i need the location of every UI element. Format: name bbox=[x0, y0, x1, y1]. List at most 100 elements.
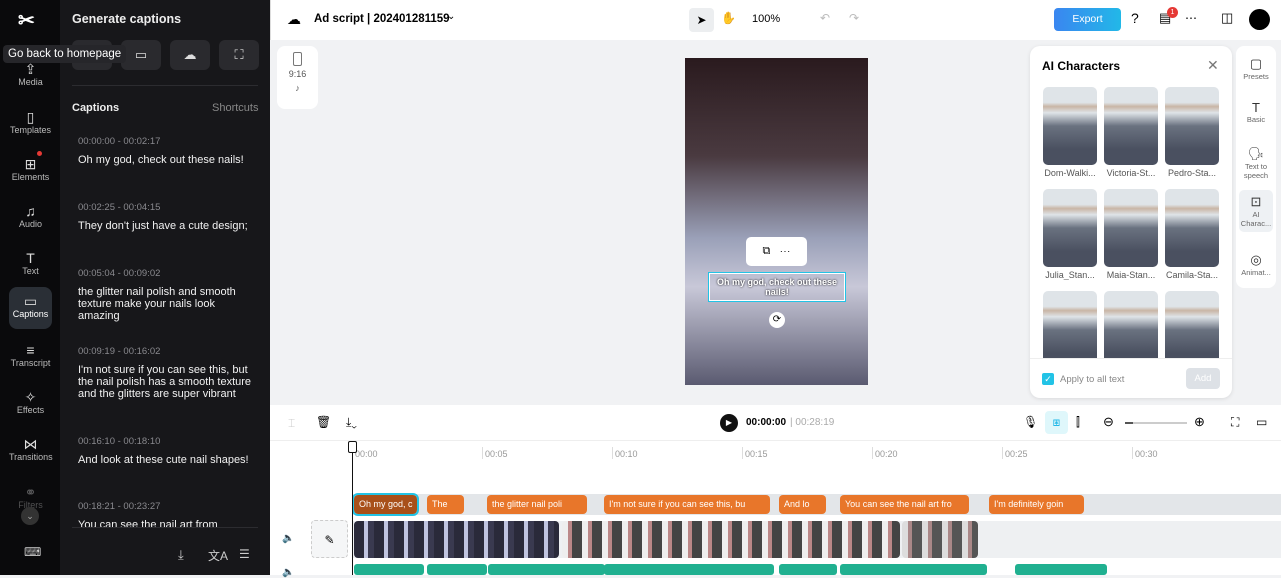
caption-item[interactable]: 00:02:25 - 00:04:15 They don't just have … bbox=[78, 202, 258, 232]
audio-clip[interactable] bbox=[427, 564, 487, 575]
layout-icon[interactable]: ◫ bbox=[1221, 10, 1233, 26]
zoom-slider[interactable] bbox=[1125, 422, 1187, 424]
caption-item[interactable]: 00:00:00 - 00:02:17 Oh my god, check out … bbox=[78, 136, 258, 166]
split-icon[interactable]: ⌶ bbox=[288, 416, 295, 431]
video-clip[interactable] bbox=[562, 521, 900, 558]
audio-clip[interactable] bbox=[354, 564, 424, 575]
play-button[interactable]: ▶ bbox=[720, 414, 738, 432]
more-icon[interactable]: ⋯ bbox=[780, 245, 791, 257]
caption-text[interactable]: I'm not sure if you can see this, but th… bbox=[78, 364, 258, 400]
duplicate-icon[interactable]: ⧉ bbox=[762, 245, 770, 257]
edit-cover-button[interactable]: ✎ bbox=[311, 520, 348, 558]
character-thumbnail[interactable] bbox=[1165, 87, 1219, 165]
volume-icon[interactable]: 🔈 bbox=[282, 567, 294, 578]
caption-item[interactable]: 00:05:04 - 00:09:02 the glitter nail poli… bbox=[78, 268, 258, 322]
caption-clip[interactable]: You can see the nail art fro bbox=[840, 495, 969, 514]
project-title[interactable]: Ad script | 202401281159 bbox=[314, 13, 450, 25]
character-name: Maia-Stan... bbox=[1106, 270, 1156, 280]
avatar[interactable] bbox=[1249, 9, 1270, 30]
caption-text[interactable]: You can see the nail art from bbox=[78, 519, 258, 527]
comment-icon[interactable]: ▭ bbox=[1256, 415, 1267, 429]
caption-clip[interactable]: the glitter nail poli bbox=[487, 495, 587, 514]
keyboard-icon[interactable]: ⌨ bbox=[24, 545, 41, 559]
rail-item-captions[interactable]: ▭ Captions bbox=[9, 287, 52, 329]
rail-item-effects[interactable]: ✧ Effects bbox=[9, 383, 52, 425]
more-chevron-button[interactable]: ⌄ bbox=[21, 507, 39, 525]
character-thumbnail[interactable] bbox=[1043, 291, 1097, 358]
caption-text[interactable]: They don't just have a cute design; bbox=[78, 220, 258, 232]
character-thumbnail[interactable] bbox=[1104, 87, 1158, 165]
zoom-out-icon[interactable]: ⊖ bbox=[1103, 414, 1114, 430]
character-thumbnail[interactable] bbox=[1165, 189, 1219, 267]
right-tab-4[interactable]: ◎ Animat... bbox=[1239, 252, 1273, 277]
caption-text-box[interactable]: Oh my god, check out these nails! bbox=[708, 272, 846, 302]
right-tab-2[interactable]: 🗣 Text to speech bbox=[1239, 146, 1273, 180]
undo-icon[interactable]: ↶ bbox=[820, 11, 830, 25]
caption-clip[interactable]: I'm definitely goin bbox=[989, 495, 1084, 514]
download-icon[interactable]: ⤓ bbox=[178, 547, 184, 563]
rail-item-elements[interactable]: ⊞ Elements bbox=[9, 150, 52, 192]
help-icon[interactable]: ? bbox=[1131, 10, 1139, 26]
translate-icon[interactable]: 文A bbox=[208, 547, 228, 564]
chevron-down-icon[interactable]: ⌄ bbox=[447, 11, 455, 22]
rail-item-text[interactable]: T Text bbox=[9, 244, 52, 286]
rotate-icon[interactable]: ⟳ bbox=[769, 312, 785, 328]
volume-icon[interactable]: 🔈 bbox=[282, 533, 294, 544]
playhead[interactable] bbox=[352, 442, 353, 575]
add-button[interactable]: Add bbox=[1186, 368, 1220, 389]
character-thumbnail[interactable] bbox=[1165, 291, 1219, 358]
caption-text[interactable]: Oh my god, check out these nails! bbox=[78, 154, 258, 166]
more-icon[interactable]: ⋯ bbox=[1185, 11, 1197, 25]
hand-icon[interactable]: ✋ bbox=[721, 11, 736, 25]
caption-item[interactable]: 00:09:19 - 00:16:02 I'm not sure if you c… bbox=[78, 346, 258, 400]
redo-icon[interactable]: ↷ bbox=[849, 11, 859, 25]
ratio-label: 9:16 bbox=[288, 69, 307, 79]
right-tab-3[interactable]: ⊡ AI Charac... bbox=[1239, 190, 1273, 232]
caption-text[interactable]: the glitter nail polish and smooth textu… bbox=[78, 286, 258, 322]
character-thumbnail[interactable] bbox=[1104, 189, 1158, 267]
templates-icon: ▯ bbox=[26, 109, 35, 125]
apply-all-label: Apply to all text bbox=[1060, 374, 1125, 385]
split-view-icon[interactable]: ⫿ bbox=[1076, 415, 1080, 430]
right-tab-0[interactable]: ▢ Presets bbox=[1239, 56, 1273, 81]
fullscreen-icon[interactable]: ⛶ bbox=[1231, 415, 1239, 430]
capcut-logo[interactable]: ✂ bbox=[18, 8, 35, 33]
caption-clip[interactable]: Oh my god, c bbox=[352, 493, 419, 516]
magnet-icon[interactable]: ⧆ bbox=[1045, 411, 1068, 434]
audio-clip[interactable] bbox=[1015, 564, 1107, 575]
delete-icon[interactable]: 🗑 bbox=[316, 415, 331, 429]
audio-clip[interactable] bbox=[779, 564, 837, 575]
caption-clip[interactable]: I'm not sure if you can see this, bu bbox=[604, 495, 770, 514]
rail-item-transcript[interactable]: ≡ Transcript bbox=[9, 336, 52, 378]
caption-text[interactable]: And look at these cute nail shapes! bbox=[78, 454, 258, 466]
zoom-in-icon[interactable]: ⊕ bbox=[1194, 414, 1205, 430]
video-clip[interactable] bbox=[902, 521, 978, 558]
rail-item-transitions[interactable]: ⋈ Transitions bbox=[9, 430, 53, 472]
caption-clip[interactable]: The bbox=[427, 495, 464, 514]
rail-item-audio[interactable]: ♫ Audio bbox=[9, 197, 52, 239]
rail-label: Text bbox=[22, 266, 39, 276]
character-name: Dom-Walki... bbox=[1044, 168, 1096, 178]
rail-item-templates[interactable]: ▯ Templates bbox=[9, 103, 52, 145]
audio-clip[interactable] bbox=[840, 564, 987, 575]
right-tab-1[interactable]: T Basic bbox=[1239, 100, 1273, 124]
microphone-icon[interactable]: 🎙 bbox=[1023, 415, 1038, 429]
video-preview[interactable]: ⧉ ⋯ Oh my god, check out these nails! ⟳ bbox=[685, 58, 868, 385]
character-thumbnail[interactable] bbox=[1104, 291, 1158, 358]
download-dropdown[interactable]: ⤓⌄ bbox=[346, 415, 357, 430]
video-clip[interactable] bbox=[354, 521, 559, 558]
search-captions-icon[interactable]: ☰ bbox=[239, 547, 250, 561]
export-button[interactable]: Export bbox=[1054, 8, 1121, 31]
character-thumbnail[interactable] bbox=[1043, 189, 1097, 267]
caption-item[interactable]: 00:16:10 - 00:18:10 And look at these cut… bbox=[78, 436, 258, 466]
apply-all-checkbox[interactable]: ✓ bbox=[1042, 373, 1054, 385]
audio-clip[interactable] bbox=[604, 564, 774, 575]
character-thumbnail[interactable] bbox=[1043, 87, 1097, 165]
audio-clip[interactable] bbox=[488, 564, 605, 575]
zoom-dropdown[interactable]: 100% bbox=[752, 13, 780, 25]
caption-clip[interactable]: And lo bbox=[779, 495, 826, 514]
playhead-handle[interactable] bbox=[348, 441, 357, 453]
aspect-ratio-selector[interactable]: 9:16 ♪ bbox=[277, 46, 318, 109]
select-pointer-icon[interactable]: ➤ bbox=[689, 8, 714, 32]
caption-item[interactable]: 00:18:21 - 00:23:27 You can see the nail … bbox=[78, 501, 258, 527]
